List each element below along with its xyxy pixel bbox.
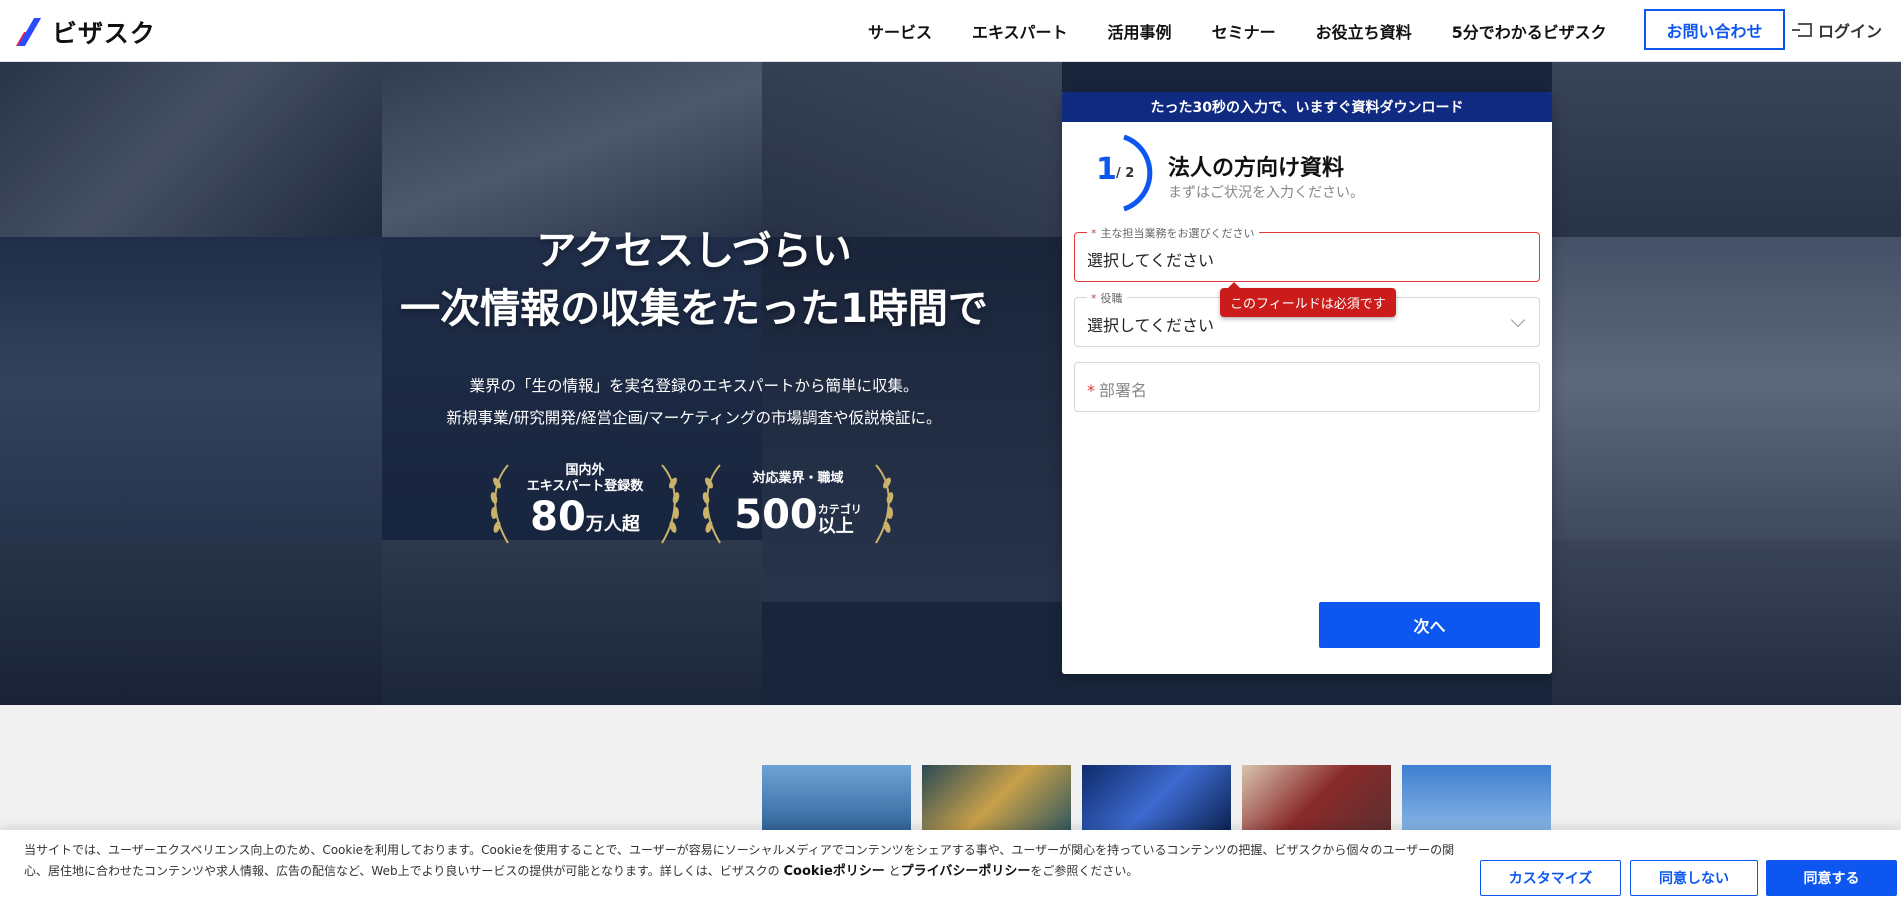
main-nav: サービス エキスパート 活用事例 セミナー お役立ち資料 5分でわかるビザスク [868,0,1607,62]
form-subtitle: まずはご状況を入力ください。 [1168,185,1364,201]
cookie-text: 当サイトでは、ユーザーエクスペリエンス向上のため、Cookieを利用しております… [24,840,1464,882]
nav-item-seminars[interactable]: セミナー [1212,19,1276,43]
thumb-buildings [762,765,911,835]
job-function-value: 選択してください [1087,251,1215,270]
site-header: ビザスク サービス エキスパート 活用事例 セミナー お役立ち資料 5分でわかる… [0,0,1901,62]
department-placeholder-text: 部署名 [1099,381,1148,400]
cookie-customize-button[interactable]: カスタマイズ [1480,860,1621,896]
cookie-text-line2-start: 心、居住地に合わせたコンテンツや求人情報、広告の配信など、Web上でより良いサー… [24,864,784,878]
required-mark: * [1091,292,1097,305]
cookie-text-and: と [884,864,901,878]
badge-industries-label: 対応業界・職域 [752,471,844,486]
nav-item-experts[interactable]: エキスパート [972,19,1068,43]
nav-item-overview[interactable]: 5分でわかるビザスク [1452,19,1607,43]
nav-item-case-studies[interactable]: 活用事例 [1108,19,1172,43]
badge-industries-number: 500 [734,492,818,538]
badge-experts-label-line2: エキスパート登録数 [526,479,644,494]
hero-title: アクセスしづらい 一次情報の収集をたった1時間で [364,222,1024,338]
badge-industries-value: 500カテゴリ 以上 [700,493,896,537]
nav-item-services[interactable]: サービス [868,19,932,43]
hero-section: アクセスしづらい 一次情報の収集をたった1時間で 業界の「生の情報」を実名登録の… [0,62,1901,705]
job-function-label-text: 主な担当業務をお選びください [1100,227,1255,240]
login-link[interactable]: ログイン [1792,18,1883,42]
thumb-bokeh [922,765,1071,835]
badge-experts: 国内外 エキスパート登録数 80万人超 [488,457,682,547]
laurel-left-icon [702,464,721,544]
laurel-right-icon [875,464,894,544]
login-icon [1792,23,1812,37]
badge-industries-unit-line2: 以上 [817,516,854,537]
laurel-right-icon [661,464,680,544]
thumb-chip [1082,765,1231,835]
cookie-accept-button[interactable]: 同意する [1766,860,1897,896]
thumb-wind-turbine [1402,765,1551,835]
form-banner: たった30秒の入力で、いますぐ資料ダウンロード [1062,92,1552,122]
cookie-text-line1: 当サイトでは、ユーザーエクスペリエンス向上のため、Cookieを利用しております… [24,843,1455,857]
step-total: / 2 [1116,166,1135,181]
thumb-car [1242,765,1391,835]
privacy-policy-link[interactable]: プライバシーポリシー [901,864,1031,879]
logo-text: ビザスク [52,19,156,48]
required-mark: * [1091,227,1097,240]
required-error-tooltip: このフィールドは必須です [1220,282,1396,317]
hero-title-line2: 一次情報の収集をたった1時間で [400,286,988,332]
cookie-text-line2: 心、居住地に合わせたコンテンツや求人情報、広告の配信など、Web上でより良いサー… [24,861,1464,882]
position-value: 選択してください [1087,316,1215,335]
cookie-banner: 当サイトでは、ユーザーエクスペリエンス向上のため、Cookieを利用しております… [0,830,1901,908]
laurel-left-icon [490,464,509,544]
step-current: 1 [1096,152,1117,187]
badge-industries: 対応業界・職域 500カテゴリ 以上 [700,457,896,547]
hero-sub-line1: 業界の「生の情報」を実名登録のエキスパートから簡単に収集。 [469,377,919,395]
hero-sub-line2: 新規事業/研究開発/経営企画/マーケティングの市場調査や仮説検証に。 [446,409,942,427]
chevron-down-icon [1510,312,1526,328]
badge-industries-unit-line1: カテゴリ [817,503,862,516]
department-placeholder: * 部署名 [1087,377,1147,401]
cookie-decline-button[interactable]: 同意しない [1630,860,1758,896]
cookie-policy-link[interactable]: Cookieポリシー [783,864,884,879]
next-button[interactable]: 次へ [1319,602,1540,648]
badge-industries-unit: カテゴリ 以上 [818,503,862,537]
department-input[interactable]: * 部署名 [1074,362,1540,412]
badge-experts-label-line1: 国内外 [565,463,605,478]
badge-experts-number: 80 [530,494,586,540]
badge-experts-label: 国内外 エキスパート登録数 [488,457,682,495]
logo-mark-icon [15,18,46,46]
badge-experts-unit: 万人超 [585,514,640,535]
logo[interactable]: ビザスク [15,14,156,50]
job-function-select[interactable]: * 主な担当業務をお選びください 選択してください [1074,225,1540,282]
required-mark: * [1087,381,1095,400]
hero-title-line1: アクセスしづらい [536,228,852,274]
job-function-label: * 主な担当業務をお選びください [1087,225,1259,241]
form-title: 法人の方向け資料 [1168,156,1345,181]
contact-button[interactable]: お問い合わせ [1644,9,1785,50]
login-label: ログイン [1818,22,1883,41]
nav-item-resources[interactable]: お役立ち資料 [1316,19,1412,43]
download-form-card: たった30秒の入力で、いますぐ資料ダウンロード 1 / 2 法人の方向け資料 ま… [1062,92,1552,674]
hero-subtitle: 業界の「生の情報」を実名登録のエキスパートから簡単に収集。 新規事業/研究開発/… [364,370,1024,434]
badge-experts-value: 80万人超 [488,495,682,539]
position-label-text: 役職 [1100,292,1123,305]
cookie-text-end: をご参照ください。 [1030,864,1139,878]
position-label: * 役職 [1087,290,1127,306]
